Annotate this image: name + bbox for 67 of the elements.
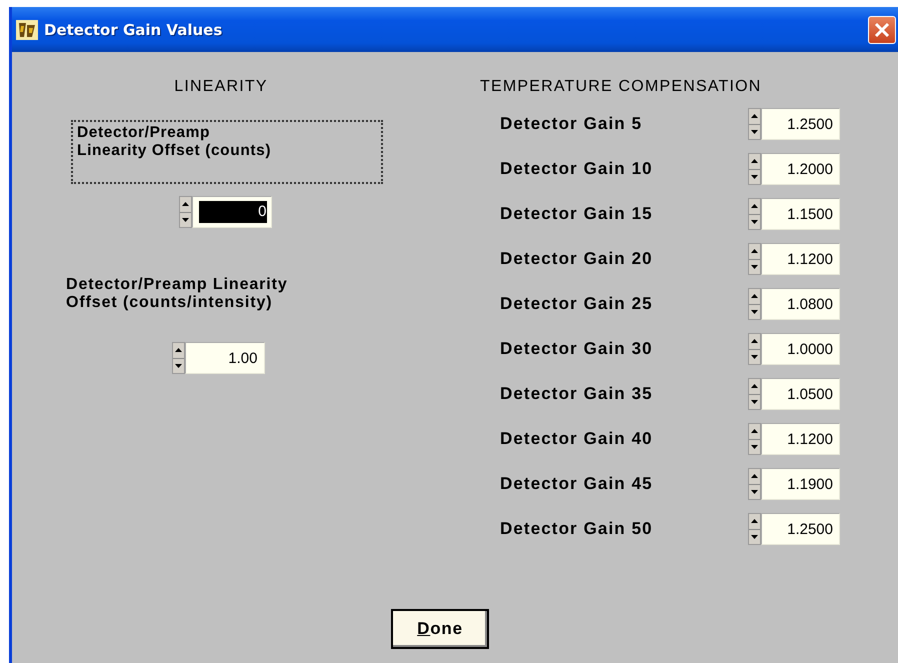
- down-arrow-icon: [751, 354, 758, 359]
- number-field[interactable]: 1.1200: [761, 243, 840, 275]
- field-label: Detector Gain 10: [499, 160, 654, 178]
- down-arrow-icon: [751, 220, 758, 224]
- field-label: Detector/Preamp Linearity Offset (counts/intensity): [65, 275, 289, 313]
- field-label: Detector Gain 30: [499, 340, 654, 358]
- section-heading: LINEARITY: [174, 78, 268, 96]
- field-label: Detector Gain 45: [499, 475, 654, 493]
- number-field[interactable]: 1.2500: [761, 108, 840, 140]
- spin-arrows[interactable]: [748, 288, 761, 320]
- up-arrow-icon: [751, 339, 758, 344]
- spin-arrows[interactable]: [748, 423, 761, 455]
- down-arrow-icon: [751, 444, 758, 449]
- spin-arrows[interactable]: [748, 243, 761, 275]
- number-field[interactable]: 1.1500: [761, 198, 840, 230]
- up-arrow-icon: [751, 294, 758, 298]
- spin-arrows[interactable]: [748, 198, 761, 230]
- down-arrow-icon: [751, 400, 758, 404]
- field-label: Detector/Preamp Linearity Offset (counts): [77, 124, 272, 160]
- up-arrow-icon: [751, 114, 758, 118]
- number-field[interactable]: 1.1200: [761, 423, 840, 455]
- up-arrow-icon: [751, 384, 758, 388]
- up-arrow-icon: [751, 474, 758, 478]
- field-label: Detector Gain 40: [499, 430, 654, 448]
- section-heading: TEMPERATURE COMPENSATION: [480, 78, 763, 96]
- spin-arrows[interactable]: [748, 513, 761, 545]
- field-label: Detector Gain 50: [499, 520, 654, 538]
- field-label: Detector Gain 20: [499, 250, 654, 268]
- up-arrow-icon: [751, 159, 758, 164]
- spin-arrows[interactable]: [748, 333, 761, 365]
- number-field[interactable]: 1.0000: [761, 333, 840, 365]
- up-arrow-icon: [174, 348, 182, 352]
- number-field[interactable]: 1.00: [184, 342, 264, 374]
- close-icon: [874, 22, 890, 38]
- number-field[interactable]: 1.0800: [761, 288, 840, 320]
- down-arrow-icon: [751, 174, 758, 179]
- window-title: Detector Gain Values: [44, 20, 222, 38]
- up-arrow-icon: [182, 202, 188, 206]
- number-field[interactable]: 0: [192, 196, 272, 228]
- spin-arrows[interactable]: [748, 468, 761, 500]
- down-arrow-icon: [182, 218, 188, 222]
- spin-arrows[interactable]: [172, 342, 184, 374]
- up-arrow-icon: [751, 519, 758, 524]
- down-arrow-icon: [174, 364, 182, 368]
- down-arrow-icon: [751, 310, 758, 314]
- field-label: Detector Gain 5: [499, 115, 644, 133]
- down-arrow-icon: [751, 130, 758, 134]
- field-label: Detector Gain 25: [499, 295, 654, 313]
- field-label: Detector Gain 35: [499, 385, 654, 403]
- field-label: Detector Gain 15: [499, 205, 654, 223]
- spin-arrows[interactable]: [178, 196, 192, 228]
- up-arrow-icon: [751, 204, 758, 208]
- down-arrow-icon: [751, 264, 758, 269]
- app-logo-icon: [16, 20, 38, 40]
- up-arrow-icon: [751, 429, 758, 434]
- up-arrow-icon: [751, 249, 758, 254]
- number-field[interactable]: 1.2500: [761, 513, 840, 545]
- down-arrow-icon: [751, 534, 758, 539]
- number-field[interactable]: 1.1900: [761, 468, 840, 500]
- done-button[interactable]: Done: [391, 609, 489, 649]
- close-button[interactable]: [868, 16, 896, 44]
- down-arrow-icon: [751, 490, 758, 494]
- number-field[interactable]: 1.2000: [761, 153, 840, 185]
- spin-arrows[interactable]: [748, 153, 761, 185]
- spin-arrows[interactable]: [748, 108, 761, 140]
- number-field[interactable]: 1.0500: [761, 378, 840, 410]
- spin-arrows[interactable]: [748, 378, 761, 410]
